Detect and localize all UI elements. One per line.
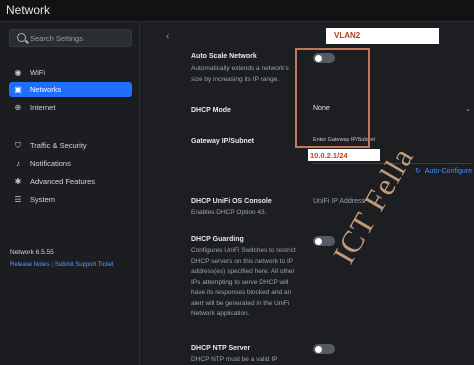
bell-icon: ♪: [16, 159, 20, 168]
footer-links: Release Notes | Submit Support Ticket: [10, 262, 114, 268]
network-name-label: VLAN2: [326, 28, 439, 44]
sidebar-item-advanced-features[interactable]: ✱ Advanced Features: [9, 174, 132, 189]
window-title: Network: [6, 3, 51, 17]
auto-scale-label: Auto Scale Network: [191, 53, 257, 60]
dhcp-mode-label: DHCP Mode: [191, 107, 231, 114]
version-label: Network 6.5.55: [10, 249, 54, 256]
sidebar-item-wifi[interactable]: ◉ WiFi: [9, 65, 132, 80]
toggle-knob: [315, 237, 322, 245]
chevron-down-icon: ⌄: [465, 106, 471, 113]
gateway-input[interactable]: 10.0.2.1/24: [308, 149, 380, 161]
back-chevron-icon[interactable]: ‹: [166, 31, 169, 42]
description-line: Network application.: [191, 310, 250, 317]
dhcp-console-label: DHCP UniFi OS Console: [191, 198, 272, 205]
dhcp-ntp-description: DHCP NTP must be a valid IP: [191, 356, 278, 363]
link-separator: |: [51, 262, 53, 268]
sidebar-item-notifications[interactable]: ♪ Notifications: [9, 156, 132, 171]
gateway-label: Gateway IP/Subnet: [191, 138, 255, 145]
description-line: DHCP servers on this network to IP: [191, 257, 294, 265]
sidebar-item-label: Traffic & Security: [30, 141, 87, 150]
description-line: IPs attempting to serve DHCP will: [191, 278, 289, 286]
sidebar-item-traffic-security[interactable]: ⛉ Traffic & Security: [9, 138, 132, 153]
auto-configure-link[interactable]: ↻ Auto-Configure: [415, 167, 472, 175]
dhcp-guarding-description: Configures UniFi Switches to restrict DH…: [191, 246, 303, 320]
dhcp-ntp-toggle[interactable]: [313, 344, 335, 354]
shield-icon: ⛉: [15, 140, 21, 150]
description-line: alert will be generated in the UniFi: [191, 299, 290, 307]
sidebar-item-label: Networks: [30, 85, 62, 94]
search-input[interactable]: [30, 31, 130, 45]
settings-sidebar: ◉ WiFi ▣ Networks ⊕ Internet ⛉ Traffic &…: [0, 22, 140, 365]
sidebar-item-system[interactable]: ☰ System: [9, 192, 132, 207]
network-settings-panel: ‹ VLAN2 Auto Scale Network Automatically…: [141, 22, 474, 365]
sidebar-item-internet[interactable]: ⊕ Internet: [9, 100, 132, 115]
submit-ticket-link[interactable]: Submit Support Ticket: [55, 262, 114, 268]
window-titlebar: Network: [0, 0, 474, 22]
sidebar-item-label: WiFi: [30, 68, 45, 77]
release-notes-link[interactable]: Release Notes: [10, 262, 49, 268]
search-icon: [17, 33, 26, 42]
annotation-highlight-box: [295, 48, 370, 148]
auto-configure-label: Auto-Configure: [424, 168, 472, 175]
search-box[interactable]: [9, 29, 132, 47]
sidebar-item-label: Advanced Features: [30, 177, 96, 186]
sidebar-item-label: Internet: [30, 103, 56, 112]
sidebar-item-label: System: [30, 195, 56, 204]
refresh-icon: ↻: [415, 168, 421, 175]
description-line: have its responses blocked and an: [191, 289, 292, 296]
dhcp-guarding-label: DHCP Guarding: [191, 236, 244, 243]
toggle-knob: [315, 345, 322, 353]
sidebar-item-label: Notifications: [30, 159, 71, 168]
dhcp-console-description: Enables DHCP Option 43.: [191, 209, 267, 216]
wrench-icon: ✱: [14, 177, 22, 186]
auto-scale-description: Automatically extends a network's size b…: [191, 65, 289, 83]
sidebar-item-networks[interactable]: ▣ Networks: [9, 82, 132, 97]
server-icon: ☰: [14, 195, 22, 204]
wifi-icon: ◉: [14, 68, 22, 77]
dhcp-ntp-label: DHCP NTP Server: [191, 345, 251, 352]
globe-icon: ⊕: [14, 103, 22, 112]
description-line: address(es) specified here. All other: [191, 268, 295, 275]
description-line: Configures UniFi Switches to restrict: [191, 247, 296, 254]
network-icon: ▣: [14, 85, 22, 94]
